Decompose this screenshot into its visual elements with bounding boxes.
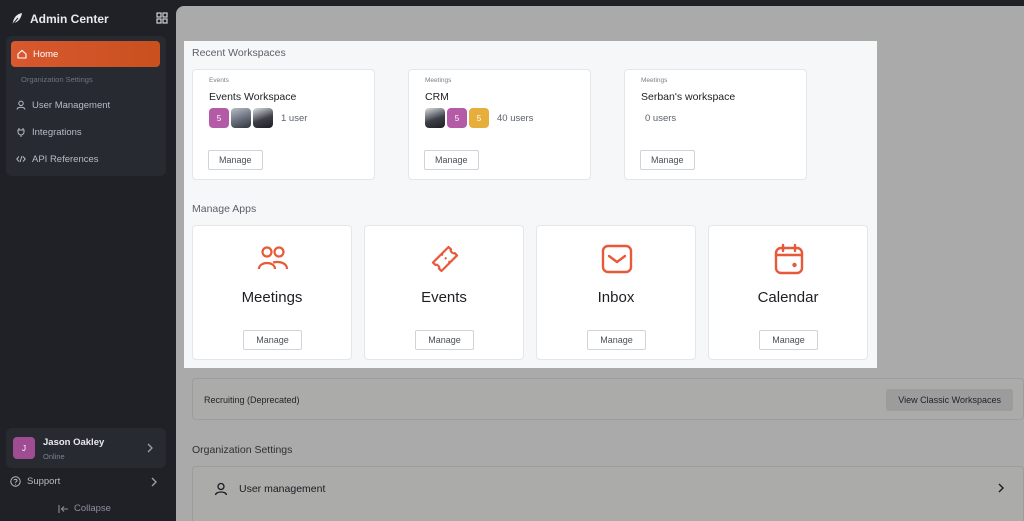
app-name: Events bbox=[421, 289, 467, 306]
member-avatar: 5 bbox=[447, 108, 467, 128]
member-count: 40 users bbox=[497, 112, 534, 124]
app-card-calendar[interactable]: Calendar Manage bbox=[708, 225, 868, 360]
manage-app-button[interactable]: Manage bbox=[415, 330, 474, 350]
workspace-type: Meetings bbox=[641, 77, 668, 84]
organization-settings-title: Organization Settings bbox=[192, 444, 293, 456]
member-avatar bbox=[231, 108, 251, 128]
manage-workspace-button[interactable]: Manage bbox=[208, 150, 263, 170]
brand[interactable]: Admin Center bbox=[10, 10, 160, 28]
workspace-name: CRM bbox=[425, 91, 449, 103]
app-title: Admin Center bbox=[30, 12, 109, 26]
collapse-button[interactable]: Collapse bbox=[58, 503, 111, 514]
main-content: Recent Workspaces Events Events Workspac… bbox=[176, 6, 1024, 521]
manage-apps-title: Manage Apps bbox=[192, 203, 257, 215]
member-avatar bbox=[253, 108, 273, 128]
support-label: Support bbox=[27, 476, 61, 487]
manage-app-button[interactable]: Manage bbox=[759, 330, 818, 350]
member-avatar bbox=[425, 108, 445, 128]
manage-workspace-button[interactable]: Manage bbox=[640, 150, 695, 170]
avatar: J bbox=[13, 437, 35, 459]
sidebar-item-label: User Management bbox=[32, 99, 111, 111]
member-avatars: 5 1 user bbox=[209, 108, 307, 128]
chevron-right-icon[interactable] bbox=[146, 443, 154, 453]
user-icon bbox=[16, 100, 26, 110]
help-circle-icon bbox=[10, 476, 21, 487]
member-avatars: 0 users bbox=[641, 108, 676, 128]
sidebar-item-integrations[interactable]: Integrations bbox=[16, 125, 82, 139]
inbox-icon bbox=[601, 244, 633, 274]
code-icon bbox=[16, 155, 26, 163]
sidebar-item-home[interactable]: Home bbox=[11, 41, 160, 67]
view-classic-workspaces-button[interactable]: View Classic Workspaces bbox=[886, 389, 1013, 411]
member-avatars: 5 5 40 users bbox=[425, 108, 533, 128]
app-name: Calendar bbox=[757, 289, 819, 306]
sidebar-item-api-references[interactable]: API References bbox=[16, 152, 99, 166]
app-name: Meetings bbox=[241, 289, 303, 306]
app-card-meetings[interactable]: Meetings Manage bbox=[192, 225, 352, 360]
recruiting-banner: Recruiting (Deprecated) View Classic Wor… bbox=[192, 378, 1024, 420]
member-avatar: 5 bbox=[469, 108, 489, 128]
app-card-inbox[interactable]: Inbox Manage bbox=[536, 225, 696, 360]
workspace-name: Serban's workspace bbox=[641, 91, 736, 103]
manage-workspace-button[interactable]: Manage bbox=[424, 150, 479, 170]
collapse-icon bbox=[58, 504, 68, 513]
app-card-events[interactable]: Events Manage bbox=[364, 225, 524, 360]
app-name: Inbox bbox=[597, 289, 635, 306]
member-count: 1 user bbox=[281, 112, 308, 124]
feather-logo-icon bbox=[11, 13, 22, 26]
org-item-user-management[interactable]: User management bbox=[214, 482, 325, 496]
member-count: 0 users bbox=[645, 112, 677, 124]
workspace-card: Events Events Workspace 5 1 user Manage bbox=[192, 69, 375, 180]
user-icon bbox=[214, 482, 228, 496]
workspace-card: Meetings Serban's workspace 0 users Mana… bbox=[624, 69, 807, 180]
plug-icon bbox=[17, 128, 25, 137]
home-icon bbox=[17, 49, 27, 59]
workspace-card: Meetings CRM 5 5 40 users Manage bbox=[408, 69, 591, 180]
sidebar-item-user-management[interactable]: User Management bbox=[16, 98, 110, 112]
chevron-right-icon[interactable] bbox=[997, 483, 1005, 493]
collapse-label: Collapse bbox=[74, 503, 111, 514]
member-avatar: 5 bbox=[209, 108, 229, 128]
sidebar-item-label: Integrations bbox=[32, 126, 82, 138]
recruiting-label: Recruiting (Deprecated) bbox=[204, 395, 300, 405]
sidebar-item-label: Home bbox=[33, 48, 59, 60]
users-icon bbox=[257, 246, 289, 270]
calendar-icon bbox=[774, 243, 804, 275]
recent-workspaces-title: Recent Workspaces bbox=[192, 47, 286, 59]
support-link[interactable]: Support bbox=[10, 476, 60, 487]
manage-app-button[interactable]: Manage bbox=[587, 330, 646, 350]
workspace-name: Events Workspace bbox=[209, 91, 297, 103]
profile-status: Online bbox=[43, 452, 65, 461]
workspace-type: Events bbox=[209, 77, 229, 84]
sidebar: Admin Center Home Organization Settings … bbox=[0, 0, 176, 521]
nav-section-label: Organization Settings bbox=[21, 75, 93, 84]
chevron-right-icon[interactable] bbox=[150, 477, 158, 487]
ticket-icon bbox=[431, 245, 459, 273]
apps-grid-icon[interactable] bbox=[156, 12, 168, 24]
profile-name: Jason Oakley bbox=[43, 437, 105, 448]
workspace-type: Meetings bbox=[425, 77, 452, 84]
manage-app-button[interactable]: Manage bbox=[243, 330, 302, 350]
sidebar-item-label: API References bbox=[32, 153, 99, 165]
org-item-label: User management bbox=[239, 483, 326, 495]
